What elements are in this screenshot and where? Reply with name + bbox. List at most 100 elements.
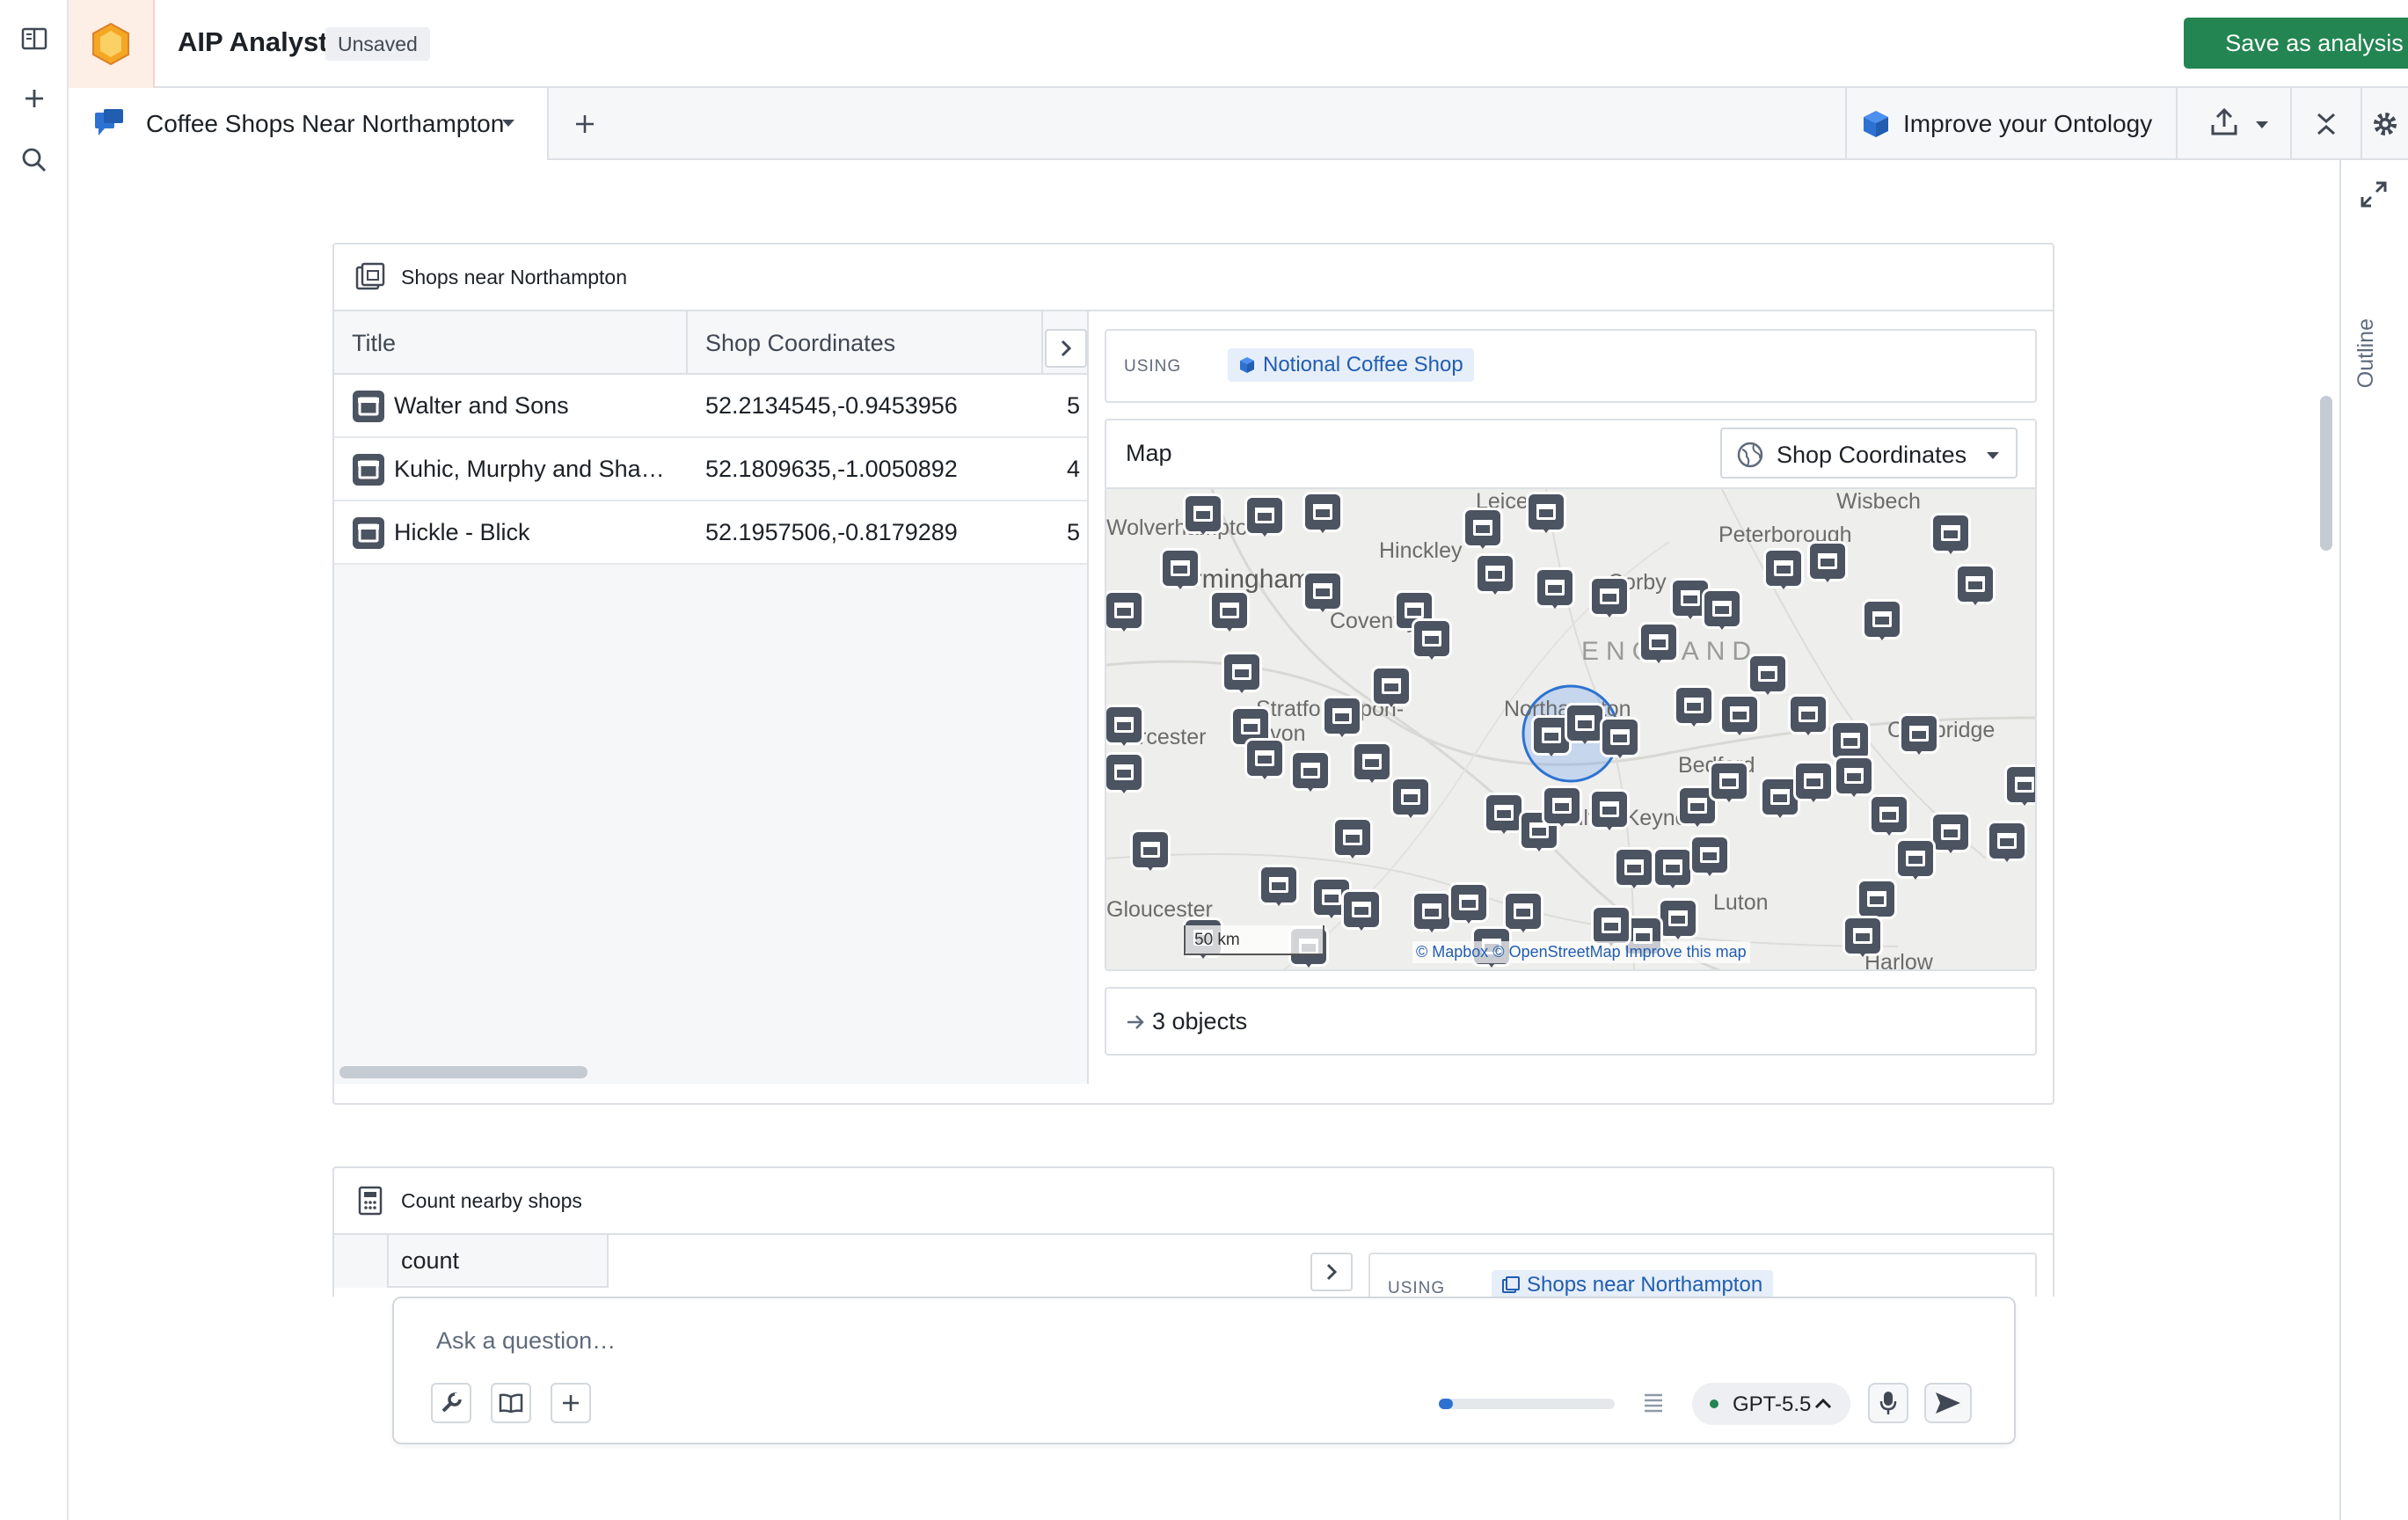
map-pin[interactable] bbox=[1592, 579, 1627, 618]
map-pin[interactable] bbox=[1592, 792, 1627, 830]
toggle-panel-button[interactable] bbox=[1310, 1253, 1353, 1291]
map-pin[interactable] bbox=[1864, 602, 1900, 640]
map-pin[interactable] bbox=[1836, 758, 1872, 797]
map-pin[interactable] bbox=[1537, 570, 1572, 609]
map-pin[interactable] bbox=[1989, 823, 2025, 862]
using-object-chip[interactable]: Notional Coffee Shop bbox=[1228, 348, 1474, 382]
map-pin[interactable] bbox=[1212, 593, 1247, 632]
map-pin[interactable] bbox=[1722, 697, 1757, 735]
map-pin[interactable] bbox=[1106, 707, 1142, 746]
search-icon[interactable] bbox=[15, 141, 54, 179]
map-pin[interactable] bbox=[1106, 593, 1142, 632]
map-pin[interactable] bbox=[1641, 625, 1676, 663]
map-pin[interactable] bbox=[1872, 797, 1907, 836]
map-pin[interactable] bbox=[1305, 574, 1340, 612]
map-pin[interactable] bbox=[1676, 688, 1711, 727]
send-button[interactable] bbox=[1924, 1383, 1972, 1423]
map-pin[interactable] bbox=[1106, 755, 1142, 793]
map-pin[interactable] bbox=[1933, 515, 1968, 554]
map-pin[interactable] bbox=[1465, 510, 1500, 549]
map-pin[interactable] bbox=[1247, 741, 1282, 779]
objects-panel[interactable]: 3 objects bbox=[1105, 987, 2037, 1056]
map-property-select[interactable]: Shop Coordinates bbox=[1720, 428, 2018, 479]
map-pin[interactable] bbox=[1901, 716, 1937, 755]
plus-icon[interactable] bbox=[15, 79, 54, 118]
map-pin[interactable] bbox=[1766, 551, 1801, 589]
map-pin[interactable] bbox=[1335, 820, 1370, 859]
map-pin[interactable] bbox=[1451, 885, 1486, 924]
tab-coffee-shops[interactable]: Coffee Shops Near Northampton bbox=[69, 88, 549, 160]
map-pin[interactable] bbox=[1354, 744, 1390, 783]
settings-button[interactable] bbox=[2362, 88, 2408, 160]
map-pin[interactable] bbox=[1293, 753, 1328, 792]
table-row[interactable]: Kuhic, Murphy and Shanahan 52.1809635,-1… bbox=[334, 438, 1087, 501]
map-pin[interactable] bbox=[1660, 901, 1696, 939]
improve-ontology-button[interactable]: Improve your Ontology bbox=[1845, 88, 2178, 160]
add-context-button[interactable] bbox=[551, 1383, 591, 1423]
map-pin[interactable] bbox=[1602, 720, 1638, 758]
using-object-chip[interactable]: Shops near Northampton bbox=[1492, 1270, 1774, 1300]
panel-icon[interactable] bbox=[15, 19, 54, 58]
question-input[interactable] bbox=[436, 1319, 1931, 1362]
voice-input-button[interactable] bbox=[1868, 1383, 1908, 1423]
map-pin[interactable] bbox=[1534, 718, 1569, 756]
map-pin[interactable] bbox=[1186, 496, 1221, 535]
map-view[interactable]: Wolverhampton Birmingham Hinckley Leices… bbox=[1106, 487, 2035, 969]
map-pin[interactable] bbox=[1810, 544, 1845, 582]
add-tab-button[interactable] bbox=[566, 106, 603, 142]
map-pin[interactable] bbox=[1529, 494, 1564, 533]
map-attribution[interactable]: © Mapbox © OpenStreetMap Improve this ma… bbox=[1412, 941, 1750, 963]
map-pin[interactable] bbox=[1796, 764, 1831, 802]
outline-tab[interactable]: Outline bbox=[2353, 318, 2379, 388]
share-button[interactable] bbox=[2178, 88, 2292, 160]
map-pin[interactable] bbox=[1898, 841, 1933, 880]
map-pin[interactable] bbox=[1261, 867, 1296, 906]
tools-button[interactable] bbox=[431, 1383, 471, 1423]
map-pin[interactable] bbox=[1414, 621, 1449, 660]
map-pin[interactable] bbox=[1344, 892, 1379, 931]
map-pin[interactable] bbox=[1374, 669, 1409, 707]
map-pin[interactable] bbox=[1393, 779, 1428, 818]
map-pin[interactable] bbox=[1414, 894, 1449, 932]
map-pin[interactable] bbox=[1567, 705, 1602, 744]
map-pin[interactable] bbox=[1478, 556, 1513, 595]
horizontal-scrollbar[interactable] bbox=[339, 1066, 587, 1078]
map-pin[interactable] bbox=[1692, 837, 1727, 876]
map-pin[interactable] bbox=[1506, 894, 1541, 932]
toggle-panel-button[interactable] bbox=[1045, 329, 1087, 368]
scrollbar-thumb[interactable] bbox=[2320, 396, 2332, 551]
chevron-down-icon[interactable] bbox=[500, 114, 517, 136]
model-selector[interactable]: GPT-5.5 bbox=[1692, 1383, 1850, 1425]
map-pin[interactable] bbox=[1324, 698, 1360, 737]
map-pin[interactable] bbox=[1933, 815, 1968, 853]
expand-icon[interactable] bbox=[2359, 179, 2389, 214]
map-pin[interactable] bbox=[1859, 881, 1894, 920]
map-pin[interactable] bbox=[1673, 581, 1708, 619]
map-pin[interactable] bbox=[1711, 764, 1747, 802]
map-pin[interactable] bbox=[1163, 551, 1198, 589]
map-pin[interactable] bbox=[2007, 767, 2035, 806]
map-pin[interactable] bbox=[1233, 709, 1268, 748]
table-row[interactable]: Walter and Sons 52.2134545,-0.9453956 5 bbox=[334, 375, 1087, 438]
column-header-coordinates[interactable]: Shop Coordinates bbox=[688, 311, 1043, 375]
map-pin[interactable] bbox=[1762, 779, 1798, 818]
map-pin[interactable] bbox=[1133, 832, 1168, 871]
map-pin[interactable] bbox=[1544, 788, 1580, 827]
map-pin[interactable] bbox=[1845, 918, 1880, 957]
map-pin[interactable] bbox=[1750, 656, 1785, 695]
map-pin[interactable] bbox=[1616, 850, 1652, 888]
map-pin[interactable] bbox=[1833, 723, 1868, 762]
map-pin[interactable] bbox=[1791, 697, 1826, 735]
library-button[interactable] bbox=[491, 1383, 531, 1423]
map-pin[interactable] bbox=[1655, 850, 1690, 888]
scrollbar-track[interactable] bbox=[2309, 160, 2339, 1295]
save-as-analysis-button[interactable]: Save as analysis bbox=[2184, 18, 2408, 69]
column-header-title[interactable]: Title bbox=[334, 311, 688, 375]
map-pin[interactable] bbox=[1704, 591, 1740, 630]
map-pin[interactable] bbox=[1224, 654, 1259, 693]
map-pin[interactable] bbox=[1594, 908, 1629, 946]
map-pin[interactable] bbox=[1680, 788, 1715, 827]
map-pin[interactable] bbox=[1958, 566, 1993, 605]
map-pin[interactable] bbox=[1247, 498, 1282, 537]
collapse-button[interactable] bbox=[2292, 88, 2362, 160]
